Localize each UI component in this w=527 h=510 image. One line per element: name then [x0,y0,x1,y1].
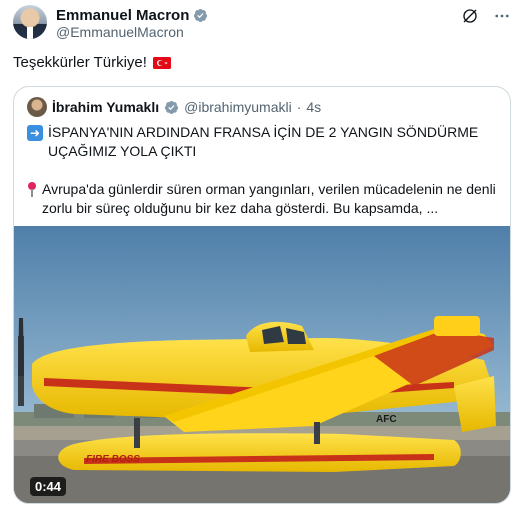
quoted-author-handle: @ibrahimyumakli [184,99,292,115]
video-duration-badge: 0:44 [30,477,67,496]
tail-marking: AFC [376,414,397,425]
turkey-flag-icon [152,56,171,69]
author-name[interactable]: Emmanuel Macron [56,7,189,24]
tweet: Emmanuel Macron @EmmanuelMacron Teşekkür… [0,0,527,510]
video-player[interactable]: FIRE BOSS AFC 0:44 [14,226,510,503]
grok-icon[interactable] [461,7,479,25]
body-line: Avrupa'da günlerdir süren orman yangınla… [27,180,499,218]
arrow-right-icon: ➜ [27,125,43,141]
pushpin-icon [27,182,37,198]
author-avatar[interactable] [13,5,47,39]
quoted-author-name: İbrahim Yumaklı [52,99,160,115]
author-handle[interactable]: @EmmanuelMacron [56,24,184,40]
headline-text: İSPANYA'NIN ARDINDAN FRANSA İÇİN DE 2 YA… [48,124,479,159]
body-text: Avrupa'da günlerdir süren orman yangınla… [42,181,496,216]
top-actions [461,7,511,25]
separator-dot: · [296,99,302,115]
aircraft-video-frame: FIRE BOSS AFC [14,226,510,503]
quoted-tweet-text: ➜ İSPANYA'NIN ARDINDAN FRANSA İÇİN DE 2 … [27,123,499,218]
author-row: Emmanuel Macron [56,6,208,24]
quoted-timestamp: 4s [306,99,322,115]
quoted-tweet-header: İbrahim Yumaklı @ibrahimyumakli · 4s [27,97,321,117]
tweet-text-content: Teşekkürler Türkiye! [13,54,147,71]
verified-badge-icon [194,8,208,22]
quoted-tweet[interactable]: İbrahim Yumaklı @ibrahimyumakli · 4s ➜ İ… [13,86,511,504]
headline-line: ➜ İSPANYA'NIN ARDINDAN FRANSA İÇİN DE 2 … [27,123,499,161]
aircraft-lettering: FIRE BOSS [86,454,140,465]
more-options-icon[interactable] [493,7,511,25]
quoted-author-avatar [27,97,47,117]
verified-badge-icon [165,100,179,114]
tweet-text: Teşekkürler Türkiye! [13,54,171,71]
